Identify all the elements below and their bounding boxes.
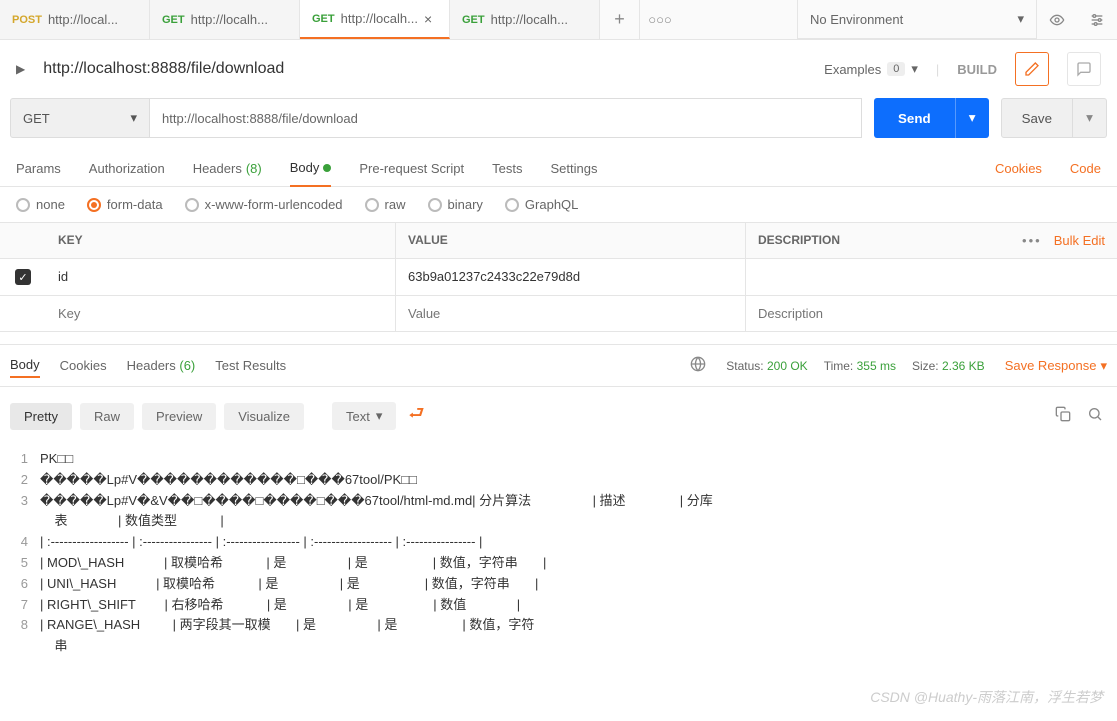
examples-dropdown[interactable]: Examples 0 ▾ [824, 61, 918, 77]
wrap-icon[interactable]: ⮐ [404, 397, 428, 435]
tab-authorization[interactable]: Authorization [89, 151, 165, 186]
method-badge: GET [162, 14, 185, 26]
tab-settings[interactable]: Settings [550, 151, 597, 186]
save-dropdown[interactable]: ▾ [1073, 98, 1107, 138]
active-dot-icon [323, 164, 331, 172]
view-pretty[interactable]: Pretty [10, 403, 72, 430]
method-badge: GET [462, 14, 485, 26]
request-title: http://localhost:8888/file/download [43, 60, 806, 78]
desc-input[interactable] [758, 306, 985, 321]
tab-params[interactable]: Params [16, 151, 61, 186]
send-button[interactable]: Send [874, 98, 955, 138]
chevron-down-icon: ▾ [376, 408, 383, 424]
globe-icon[interactable] [690, 356, 706, 375]
format-select[interactable]: Text ▾ [332, 402, 396, 430]
bulk-edit-button[interactable]: Bulk Edit [1054, 233, 1105, 248]
method-select[interactable]: GET ▾ [10, 98, 150, 138]
tab-1[interactable]: GET http://localh... [150, 0, 300, 39]
settings-sliders-icon[interactable] [1077, 0, 1117, 40]
tab-label: http://localh... [491, 12, 568, 27]
close-icon[interactable]: × [424, 11, 432, 27]
key-input[interactable] [58, 306, 383, 321]
tab-overflow-button[interactable]: ○○○ [640, 0, 680, 39]
more-icon[interactable]: ••• [1022, 233, 1042, 248]
radio-formdata[interactable]: form-data [87, 197, 163, 212]
size-value: 2.36 KB [942, 359, 985, 373]
status-value: 200 OK [767, 359, 808, 373]
tab-3[interactable]: GET http://localh... [450, 0, 600, 39]
environment-select[interactable]: No Environment ▾ [797, 0, 1037, 39]
send-dropdown[interactable]: ▾ [955, 98, 989, 138]
tab-label: http://local... [48, 12, 118, 27]
desc-input[interactable] [758, 269, 985, 284]
radio-binary[interactable]: binary [428, 197, 483, 212]
save-response-button[interactable]: Save Response ▾ [1005, 358, 1107, 374]
radio-none[interactable]: none [16, 197, 65, 212]
examples-count: 0 [887, 62, 905, 76]
resp-tab-body[interactable]: Body [10, 353, 40, 378]
request-tabs: POST http://local... GET http://localh..… [0, 0, 797, 39]
environment-quick-look-icon[interactable] [1037, 0, 1077, 40]
radio-raw[interactable]: raw [365, 197, 406, 212]
chevron-down-icon: ▾ [1017, 11, 1024, 27]
tab-body[interactable]: Body [290, 150, 332, 187]
search-icon[interactable] [1083, 402, 1107, 431]
edit-icon[interactable] [1015, 52, 1049, 86]
col-description: DESCRIPTION [746, 223, 997, 258]
resp-tab-cookies[interactable]: Cookies [60, 354, 107, 377]
method-badge: GET [312, 13, 335, 25]
chevron-down-icon: ▾ [1100, 358, 1107, 374]
tab-headers[interactable]: Headers (8) [193, 151, 262, 186]
tab-0[interactable]: POST http://local... [0, 0, 150, 39]
row-checkbox[interactable]: ✓ [15, 269, 31, 285]
response-body[interactable]: 1PK□□ 2�����Lp#V������������□���67tool/P… [0, 445, 1117, 661]
tab-label: http://localh... [341, 11, 418, 26]
col-key: KEY [46, 223, 396, 258]
comment-icon[interactable] [1067, 52, 1101, 86]
copy-icon[interactable] [1051, 402, 1075, 431]
resp-tab-headers[interactable]: Headers (6) [127, 354, 196, 377]
method-badge: POST [12, 14, 42, 26]
watermark: CSDN @Huathy-雨落江南，浮生若梦 [870, 687, 1103, 707]
key-input[interactable] [58, 269, 383, 284]
save-button[interactable]: Save [1001, 98, 1073, 138]
time-value: 355 ms [857, 359, 896, 373]
radio-xwww[interactable]: x-www-form-urlencoded [185, 197, 343, 212]
radio-graphql[interactable]: GraphQL [505, 197, 578, 212]
build-button[interactable]: BUILD [957, 62, 997, 77]
environment-label: No Environment [810, 12, 903, 27]
tab-2[interactable]: GET http://localh... × [300, 0, 450, 39]
value-input[interactable] [408, 269, 733, 284]
url-input[interactable]: http://localhost:8888/file/download [150, 98, 862, 138]
tab-tests[interactable]: Tests [492, 151, 522, 186]
chevron-down-icon: ▾ [911, 61, 918, 77]
col-value: VALUE [396, 223, 746, 258]
view-raw[interactable]: Raw [80, 403, 134, 430]
formdata-table: KEY VALUE DESCRIPTION ••• Bulk Edit ✓ [0, 222, 1117, 332]
cookies-link[interactable]: Cookies [995, 151, 1042, 186]
tab-label: http://localh... [191, 12, 268, 27]
resp-tab-testresults[interactable]: Test Results [215, 354, 286, 377]
table-row-new [0, 296, 1117, 332]
add-tab-button[interactable]: + [600, 0, 640, 39]
code-link[interactable]: Code [1070, 151, 1101, 186]
value-input[interactable] [408, 306, 733, 321]
table-row: ✓ [0, 259, 1117, 296]
expand-icon[interactable]: ▶ [16, 62, 25, 76]
view-visualize[interactable]: Visualize [224, 403, 304, 430]
tab-prerequest[interactable]: Pre-request Script [359, 151, 464, 186]
chevron-down-icon: ▾ [130, 110, 137, 126]
view-preview[interactable]: Preview [142, 403, 216, 430]
